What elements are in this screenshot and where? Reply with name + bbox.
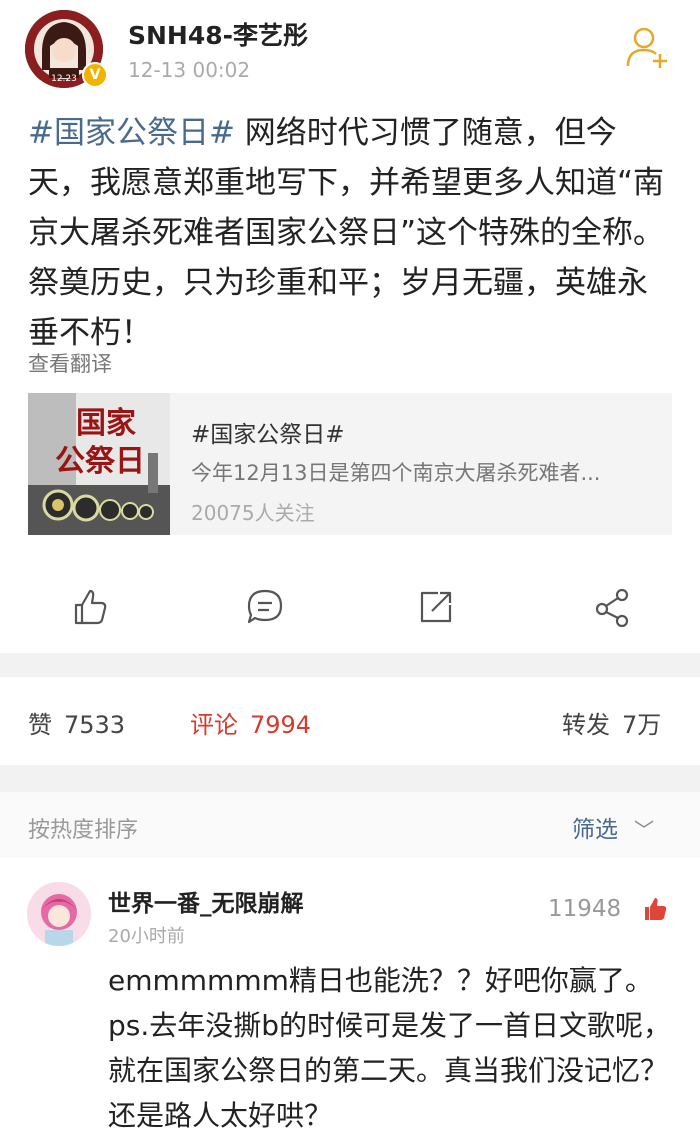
- section-divider: [0, 653, 700, 677]
- post-stats-bar: 赞 7533 评论 7994 转发 7万: [0, 677, 700, 765]
- topic-card[interactable]: 国家 公祭日 #国家公祭日# 今年12月13日是第四个南京大屠杀死难者... 2…: [28, 393, 672, 535]
- filter-label: 筛选: [572, 817, 618, 843]
- section-divider: [0, 765, 700, 792]
- topic-thumb-title-2: 公祭日: [55, 444, 145, 479]
- translate-link[interactable]: 查看翻译: [28, 348, 112, 378]
- comment-text: emmmmmm精日也能洗？？好吧你赢了。ps.去年没撕b的时候可是发了一首日文歌…: [108, 964, 672, 1132]
- sort-by-hot-button[interactable]: 按热度排序: [28, 812, 138, 844]
- likes-stat[interactable]: 赞 7533: [28, 705, 125, 740]
- comment-username[interactable]: 世界一番_无限崩解: [108, 884, 304, 918]
- reposts-label: 转发: [562, 711, 610, 739]
- topic-thumb-title-1: 国家: [76, 406, 136, 441]
- topic-title: #国家公祭日#: [191, 422, 345, 448]
- likes-label: 赞: [28, 711, 52, 739]
- topic-follower-count: 20075人关注: [191, 501, 315, 525]
- comments-label: 评论: [190, 711, 238, 739]
- post-header: 12.23 V SNH48-李艺彤 12-13 00:02: [0, 0, 700, 100]
- likes-count: 7533: [64, 711, 126, 739]
- repost-network-icon: [595, 588, 629, 628]
- follow-user-button[interactable]: [624, 24, 672, 70]
- chevron-down-icon: ﹀: [634, 818, 654, 842]
- comments-tab[interactable]: 评论 7994: [190, 705, 311, 740]
- avatar-badge-text: 12.23: [51, 74, 77, 84]
- post-hashtag-link[interactable]: #国家公祭日#: [28, 115, 235, 151]
- like-button[interactable]: [66, 583, 114, 631]
- comment-sort-bar: 按热度排序 筛选 ﹀: [0, 792, 700, 858]
- post-content: #国家公祭日# 网络时代习惯了随意，但今天，我愿意郑重地写下，并希望更多人知道“…: [28, 108, 668, 358]
- post-timestamp: 12-13 00:02: [128, 58, 251, 82]
- reposts-count: 7万: [622, 711, 662, 739]
- topic-description: 今年12月13日是第四个南京大屠杀死难者...: [191, 461, 601, 485]
- thumbs-up-icon: [645, 898, 667, 920]
- comment-like-button[interactable]: [640, 894, 670, 924]
- repost-button[interactable]: [588, 583, 636, 631]
- verified-badge-icon: V: [82, 62, 108, 88]
- reposts-tab[interactable]: 转发 7万: [562, 705, 661, 740]
- share-icon: [420, 591, 452, 623]
- post-action-bar: [0, 575, 700, 639]
- comment-button[interactable]: [241, 583, 289, 631]
- comment-icon: [247, 589, 283, 624]
- add-user-icon: [626, 27, 667, 68]
- topic-thumbnail: 国家 公祭日: [28, 393, 170, 535]
- comment-timestamp: 20小时前: [108, 926, 185, 947]
- thumbs-up-icon: [74, 589, 107, 625]
- comments-count: 7994: [250, 711, 312, 739]
- comment-user-avatar[interactable]: [27, 882, 91, 946]
- comment-like-count: 11948: [548, 896, 622, 922]
- post-username[interactable]: SNH48-李艺彤: [128, 16, 308, 52]
- share-button[interactable]: [412, 583, 460, 631]
- comment-item: 世界一番_无限崩解 20小时前 11948 emmmmmm精日也能洗？？好吧你赢…: [0, 862, 700, 1148]
- filter-button[interactable]: 筛选 ﹀: [572, 810, 654, 844]
